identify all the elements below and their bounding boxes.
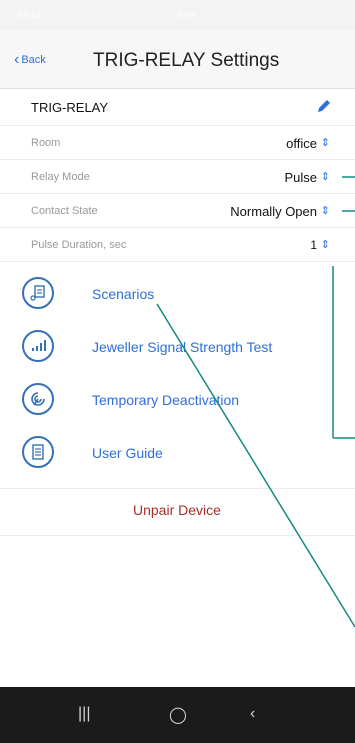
menu-item-signal-test[interactable]: Jeweller Signal Strength Test	[0, 327, 355, 367]
status-bar: 15:18 59%	[0, 0, 355, 30]
chevron-left-icon: ‹	[14, 51, 20, 68]
back-label: Back	[21, 54, 46, 66]
back-button[interactable]: ‹ Back	[14, 51, 46, 68]
chevron-updown-icon: ⇕	[320, 137, 330, 149]
menu-item-temporary-deactivation[interactable]: Temporary Deactivation	[0, 380, 355, 420]
status-time: 15:18	[18, 10, 41, 20]
contact-state-row[interactable]: Contact State Normally Open ⇕	[0, 194, 355, 228]
contact-state-label: Contact State	[31, 205, 98, 217]
recent-apps-icon[interactable]: |||	[78, 705, 90, 723]
relay-mode-row[interactable]: Relay Mode Pulse ⇕	[0, 160, 355, 194]
device-name-row[interactable]: TRIG-RELAY	[0, 88, 355, 126]
room-row[interactable]: Room office ⇕	[0, 126, 355, 160]
chevron-updown-icon: ⇕	[320, 171, 330, 183]
android-navigation-bar: ||| ◯ ‹	[0, 687, 355, 743]
user-guide-icon	[22, 436, 54, 468]
navigation-bar: ‹ Back TRIG-RELAY Settings	[0, 30, 355, 89]
relay-mode-value[interactable]: Pulse	[284, 170, 317, 185]
relay-mode-label: Relay Mode	[31, 171, 90, 183]
menu-label: Jeweller Signal Strength Test	[92, 339, 273, 355]
menu-item-scenarios[interactable]: Scenarios	[0, 274, 355, 314]
menu-label: Scenarios	[92, 286, 155, 302]
room-label: Room	[31, 137, 61, 149]
unpair-label: Unpair Device	[133, 502, 221, 518]
menu-label: User Guide	[92, 445, 163, 461]
pencil-icon[interactable]	[316, 98, 332, 119]
page-title: TRIG-RELAY Settings	[93, 50, 280, 71]
menu-item-user-guide[interactable]: User Guide	[0, 433, 355, 473]
signal-strength-icon	[22, 330, 54, 362]
scenarios-icon	[22, 277, 54, 309]
pulse-duration-label: Pulse Duration, sec	[31, 239, 127, 251]
pulse-duration-row[interactable]: Pulse Duration, sec 1 ⇕	[0, 228, 355, 262]
chevron-updown-icon: ⇕	[320, 205, 330, 217]
room-value[interactable]: office	[286, 136, 317, 151]
contact-state-value[interactable]: Normally Open	[230, 204, 317, 219]
device-name: TRIG-RELAY	[31, 100, 109, 115]
deactivation-icon	[22, 383, 54, 415]
status-battery: 59%	[178, 10, 197, 20]
chevron-updown-icon: ⇕	[320, 239, 330, 251]
pulse-duration-value[interactable]: 1	[310, 238, 317, 252]
unpair-device-button[interactable]: Unpair Device	[0, 488, 355, 536]
back-nav-icon[interactable]: ‹	[250, 705, 255, 723]
home-icon[interactable]: ◯	[169, 705, 187, 725]
menu-label: Temporary Deactivation	[92, 392, 240, 408]
